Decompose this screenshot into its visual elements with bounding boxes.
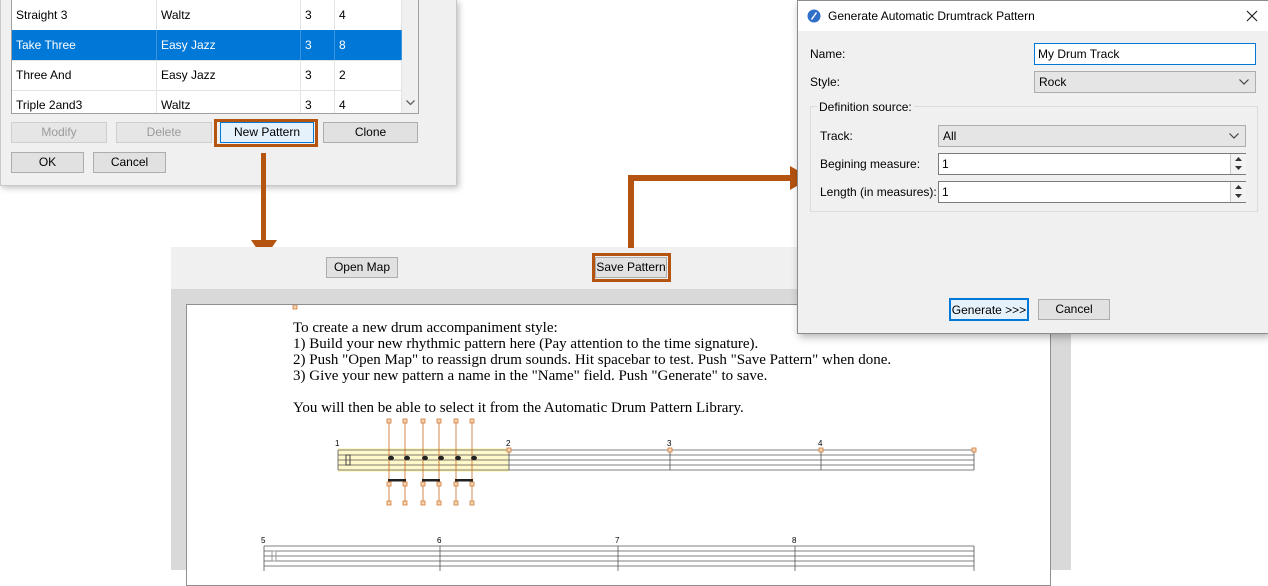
style-select-value: Rock [1039,75,1067,89]
save-pattern-highlight [592,253,671,282]
pattern-name-cell: Take Three [12,30,157,60]
close-icon[interactable] [1246,10,1258,22]
length-value: 1 [942,185,949,199]
arrow-right-line-vertical [628,175,634,248]
pattern-col-b-cell: 2 [335,60,402,90]
pattern-style-cell: Easy Jazz [157,30,301,60]
chevron-up-icon[interactable] [1235,157,1242,161]
score-page: To create a new drum accompaniment style… [186,304,1051,586]
chevron-down-icon[interactable] [1235,194,1242,198]
pattern-name-cell: Straight 3 [12,0,157,30]
track-label: Track: [820,129,853,143]
pattern-col-b-cell: 4 [335,0,402,30]
length-stepper[interactable]: 1 [938,181,1246,203]
begin-measure-label: Begining measure: [820,157,921,171]
pattern-col-b-cell: 4 [335,90,402,113]
track-select-value: All [943,129,957,143]
dialog-title: Generate Automatic Drumtrack Pattern [828,9,1035,23]
drum-staff-notation[interactable] [187,305,1050,571]
begin-measure-stepper[interactable]: 1 [938,153,1246,175]
dialog-title-bar: Generate Automatic Drumtrack Pattern [798,1,1268,31]
generate-button[interactable]: Generate >>> [949,298,1029,321]
cancel-button[interactable]: Cancel [93,152,166,173]
chevron-down-icon[interactable] [406,100,415,106]
table-scrollbar[interactable] [402,0,418,113]
arrow-right-line-horizontal [628,175,794,181]
stepper-buttons[interactable] [1230,182,1246,202]
pattern-style-cell: Waltz [157,0,301,30]
pattern-table: Straight 3 Waltz 3 4 Take Three Easy Jaz… [11,0,419,114]
pattern-name-cell: Three And [12,60,157,90]
generate-pattern-dialog: Generate Automatic Drumtrack Pattern Nam… [797,0,1268,334]
pattern-col-a-cell: 3 [301,0,335,30]
stepper-buttons[interactable] [1230,154,1246,174]
pattern-col-b-cell: 8 [335,30,402,60]
length-label: Length (in measures): [820,185,937,199]
pattern-library-window: Straight 3 Waltz 3 4 Take Three Easy Jaz… [0,0,457,186]
style-label: Style: [810,75,841,89]
definition-source-label: Definition source: [817,100,914,114]
table-row[interactable]: Three And Easy Jazz 3 2 [12,60,402,91]
table-row-selected[interactable]: Take Three Easy Jazz 3 8 [12,30,402,61]
table-row[interactable]: Straight 3 Waltz 3 4 [12,0,402,31]
name-label: Name: [810,47,846,61]
delete-button[interactable]: Delete [116,122,212,143]
dialog-cancel-button[interactable]: Cancel [1038,299,1110,320]
pattern-col-a-cell: 3 [301,30,335,60]
app-logo-icon [807,9,821,23]
table-row[interactable]: Triple 2and3 Waltz 3 4 [12,90,402,113]
style-select[interactable]: Rock [1034,71,1256,93]
chevron-down-icon [1229,133,1239,139]
new-pattern-highlight [214,119,318,147]
pattern-col-a-cell: 3 [301,60,335,90]
clone-button[interactable]: Clone [323,122,418,143]
chevron-down-icon[interactable] [1235,166,1242,170]
open-map-button[interactable]: Open Map [326,257,398,278]
arrow-down-line [261,153,266,245]
pattern-style-cell: Waltz [157,90,301,113]
pattern-style-cell: Easy Jazz [157,60,301,90]
modify-button[interactable]: Modify [11,122,107,143]
begin-measure-value: 1 [942,157,949,171]
chevron-down-icon [1239,79,1249,85]
track-select[interactable]: All [938,125,1246,147]
chevron-up-icon[interactable] [1235,185,1242,189]
name-field[interactable]: My Drum Track [1034,43,1256,65]
ok-button[interactable]: OK [11,152,84,173]
pattern-col-a-cell: 3 [301,90,335,113]
pattern-name-cell: Triple 2and3 [12,90,157,113]
